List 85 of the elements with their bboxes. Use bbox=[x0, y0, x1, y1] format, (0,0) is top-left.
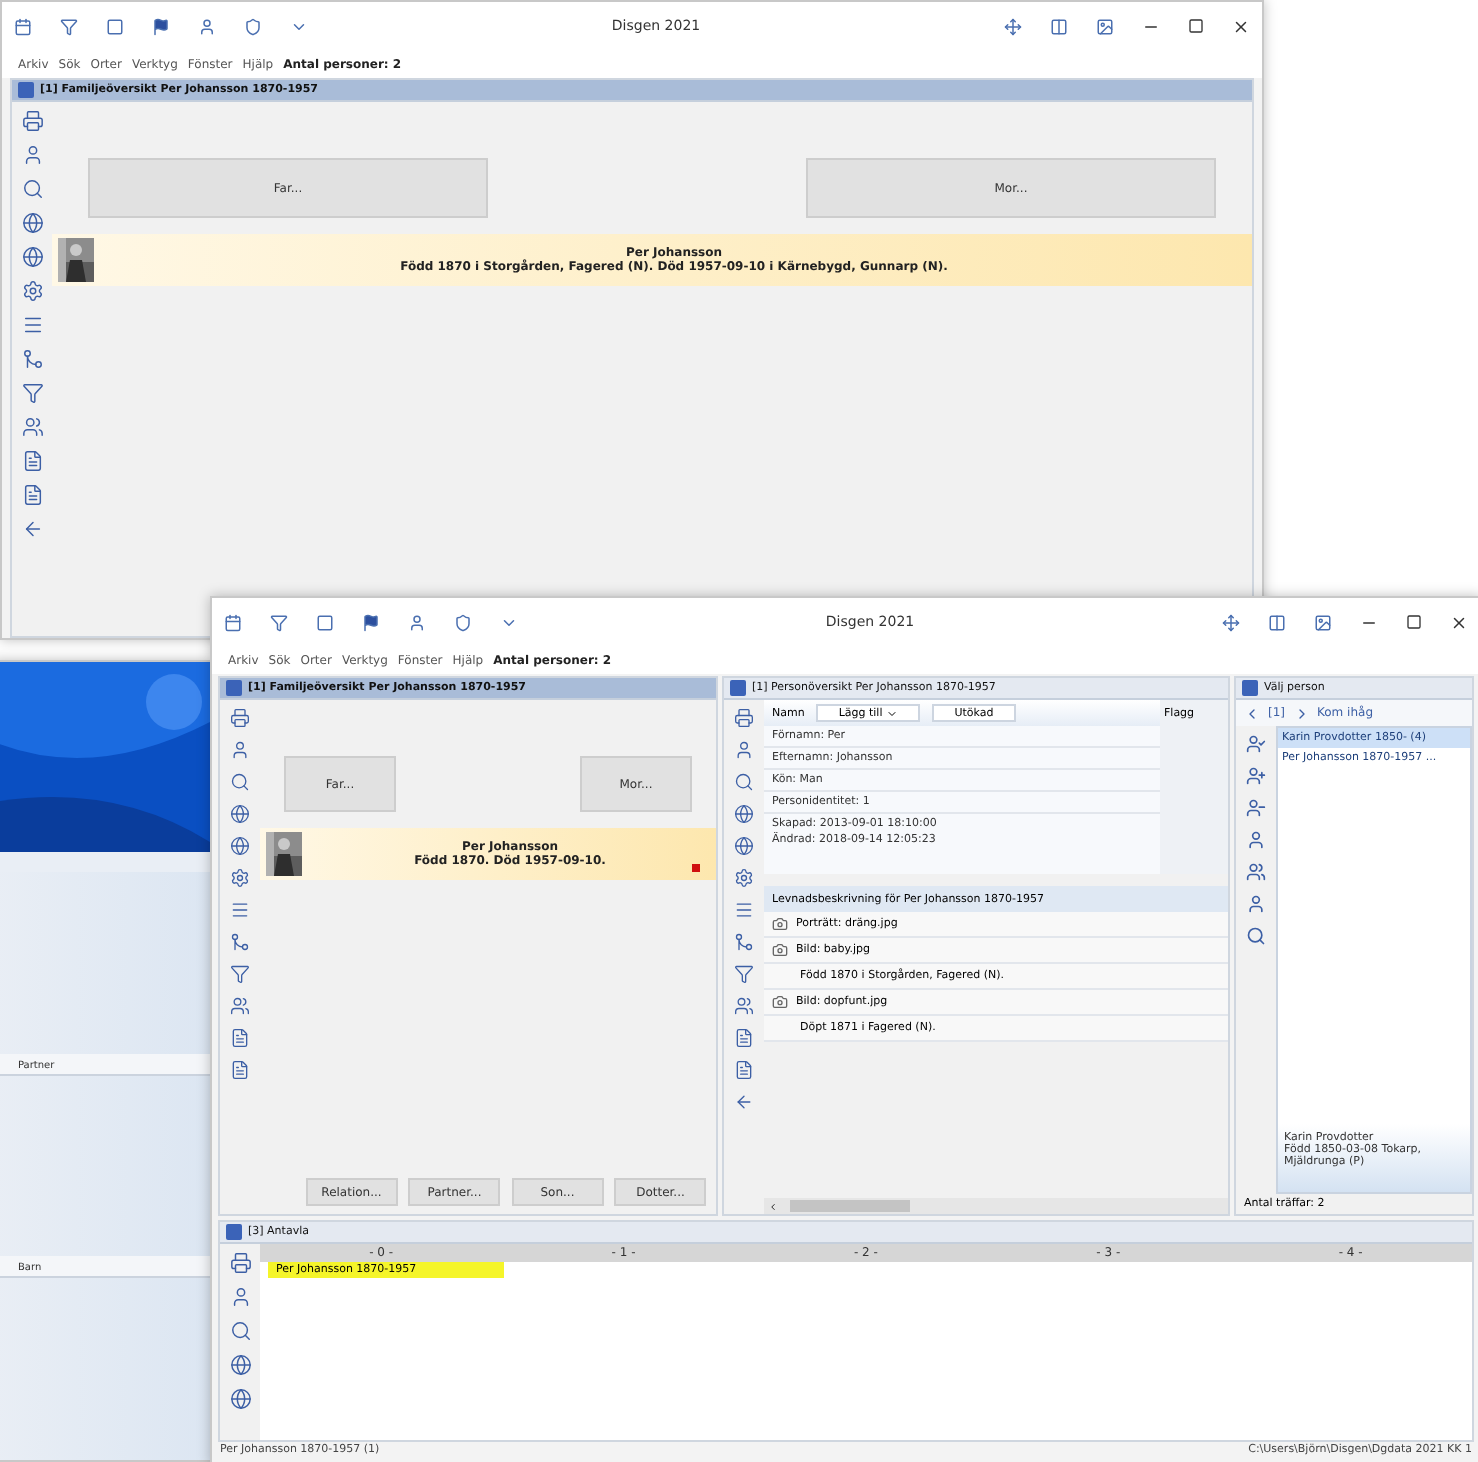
person-icon[interactable] bbox=[230, 740, 250, 760]
person-icon[interactable] bbox=[229, 1286, 251, 1308]
globe-icon[interactable] bbox=[21, 212, 43, 234]
document-icon[interactable] bbox=[230, 1060, 250, 1080]
scroll-left-icon[interactable] bbox=[768, 1201, 778, 1211]
layout-icon[interactable] bbox=[1314, 613, 1332, 631]
person-icon[interactable] bbox=[21, 144, 43, 166]
person-icon[interactable] bbox=[734, 740, 754, 760]
person-add-icon[interactable] bbox=[1246, 766, 1266, 786]
people-icon[interactable] bbox=[21, 416, 43, 438]
window-icon[interactable] bbox=[106, 17, 124, 35]
globe-icon[interactable] bbox=[230, 804, 250, 824]
globe-icon[interactable] bbox=[230, 836, 250, 856]
menu-icon[interactable] bbox=[734, 900, 754, 920]
globe-icon[interactable] bbox=[734, 804, 754, 824]
panel-icon bbox=[226, 680, 242, 696]
merge-icon[interactable] bbox=[230, 932, 250, 952]
print-icon[interactable] bbox=[734, 708, 754, 728]
people-icon[interactable] bbox=[1246, 862, 1266, 882]
person-icon[interactable] bbox=[1246, 734, 1266, 754]
back-icon[interactable] bbox=[734, 1092, 754, 1112]
columns-icon[interactable] bbox=[1268, 613, 1286, 631]
filter-icon[interactable] bbox=[270, 613, 288, 631]
filter-icon[interactable] bbox=[734, 964, 754, 984]
filter-icon[interactable] bbox=[21, 382, 43, 404]
back-icon[interactable] bbox=[1244, 705, 1260, 721]
camera-icon bbox=[772, 942, 788, 958]
print-icon[interactable] bbox=[21, 110, 43, 132]
close-icon[interactable] bbox=[1450, 613, 1468, 631]
search-icon[interactable] bbox=[229, 1320, 251, 1342]
close-icon[interactable] bbox=[1232, 17, 1250, 35]
person-icon[interactable] bbox=[198, 17, 216, 35]
flag-icon[interactable] bbox=[362, 613, 380, 631]
status-marker bbox=[692, 864, 700, 872]
shield-icon[interactable] bbox=[454, 613, 472, 631]
maximize-icon[interactable] bbox=[1188, 18, 1204, 34]
filter-icon[interactable] bbox=[60, 17, 78, 35]
back-icon[interactable] bbox=[21, 518, 43, 540]
search-icon[interactable] bbox=[21, 178, 43, 200]
settings-icon[interactable] bbox=[734, 868, 754, 888]
search-icon[interactable] bbox=[1246, 926, 1266, 946]
filter-icon[interactable] bbox=[230, 964, 250, 984]
flag-icon[interactable] bbox=[152, 17, 170, 35]
scroll-thumb[interactable] bbox=[790, 1200, 910, 1212]
merge-icon[interactable] bbox=[21, 348, 43, 370]
people-icon[interactable] bbox=[734, 996, 754, 1016]
document-icon[interactable] bbox=[230, 1028, 250, 1048]
print-icon[interactable] bbox=[230, 708, 250, 728]
move-icon[interactable] bbox=[1222, 613, 1240, 631]
panel-icon bbox=[1242, 680, 1258, 696]
document-icon[interactable] bbox=[21, 484, 43, 506]
globe-icon[interactable] bbox=[229, 1388, 251, 1410]
calendar-icon[interactable] bbox=[224, 613, 242, 631]
globe-icon[interactable] bbox=[21, 246, 43, 268]
document-icon[interactable] bbox=[734, 1028, 754, 1048]
layout-icon[interactable] bbox=[1096, 17, 1114, 35]
globe-icon[interactable] bbox=[229, 1354, 251, 1376]
person-icon[interactable] bbox=[1246, 830, 1266, 850]
panel-icon bbox=[730, 680, 746, 696]
menu-icon[interactable] bbox=[21, 314, 43, 336]
columns-icon[interactable] bbox=[1050, 17, 1068, 35]
person-icon[interactable] bbox=[1246, 894, 1266, 914]
document-icon[interactable] bbox=[734, 1060, 754, 1080]
calendar-icon[interactable] bbox=[14, 17, 32, 35]
camera-icon bbox=[772, 994, 788, 1010]
search-icon[interactable] bbox=[230, 772, 250, 792]
print-icon[interactable] bbox=[229, 1252, 251, 1274]
window-icon[interactable] bbox=[316, 613, 334, 631]
camera-icon bbox=[772, 916, 788, 932]
shield-icon[interactable] bbox=[244, 17, 262, 35]
maximize-icon[interactable] bbox=[1406, 614, 1422, 630]
move-icon[interactable] bbox=[1004, 17, 1022, 35]
merge-icon[interactable] bbox=[734, 932, 754, 952]
search-icon[interactable] bbox=[734, 772, 754, 792]
panel-icon bbox=[18, 82, 34, 98]
panel-icon bbox=[226, 1224, 242, 1240]
menu-icon[interactable] bbox=[230, 900, 250, 920]
settings-icon[interactable] bbox=[230, 868, 250, 888]
document-icon[interactable] bbox=[21, 450, 43, 472]
people-icon[interactable] bbox=[230, 996, 250, 1016]
settings-icon[interactable] bbox=[21, 280, 43, 302]
person-icon[interactable] bbox=[408, 613, 426, 631]
globe-icon[interactable] bbox=[734, 836, 754, 856]
person-remove-icon[interactable] bbox=[1246, 798, 1266, 818]
caret-icon bbox=[886, 707, 899, 719]
